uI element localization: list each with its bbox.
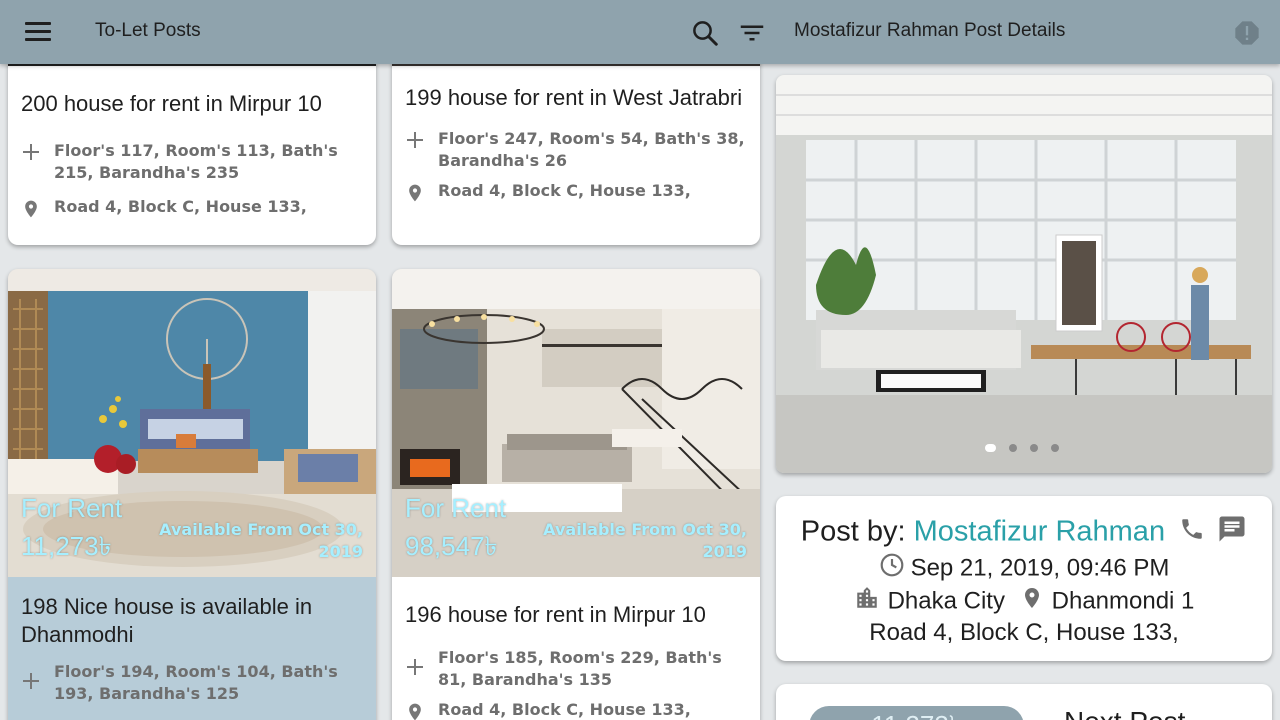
- menu-icon-bar: [25, 38, 51, 41]
- city-icon: [856, 587, 877, 608]
- search-icon: [693, 21, 718, 46]
- report-button[interactable]: [1233, 19, 1261, 47]
- area-name: Dhanmondi 1: [1051, 587, 1195, 615]
- rent-label: For Rent: [405, 493, 507, 523]
- post-card[interactable]: 199 house for rent in West Jatrabri Floo…: [392, 40, 760, 245]
- post-details: Floor's 117, Room's 113, Bath's 215, Bar…: [54, 141, 338, 182]
- filter-button[interactable]: [737, 18, 767, 48]
- post-datetime: Sep 21, 2019, 09:46 PM: [910, 554, 1170, 582]
- post-image: For Rent 11,273৳ Available From Oct 30, …: [8, 269, 376, 577]
- carousel-image: [776, 75, 1272, 473]
- carousel-dot[interactable]: [985, 444, 996, 452]
- plus-icon: [407, 659, 423, 675]
- detail-title: Mostafizur Rahman Post Details: [794, 20, 1066, 41]
- report-icon: [1235, 21, 1259, 45]
- message-icon: [1219, 516, 1245, 542]
- rent-label: For Rent: [21, 493, 123, 523]
- post-address: Road 4, Block C, House 133,: [54, 197, 307, 216]
- post-image: For Rent 98,547৳ Available From Oct 30, …: [392, 269, 760, 577]
- app-bar: To-Let Posts Mostafizur Rahman Post Deta…: [0, 0, 1280, 64]
- author-name[interactable]: Mostafizur Rahman: [914, 516, 1165, 548]
- available-from: Available From Oct 30, 2019: [159, 520, 363, 561]
- search-button[interactable]: [690, 18, 720, 48]
- clock-icon: [880, 553, 903, 577]
- plus-icon: [23, 144, 39, 160]
- phone-icon: [1182, 519, 1202, 539]
- post-card[interactable]: For Rent 11,273৳ Available From Oct 30, …: [8, 269, 376, 720]
- post-title: 200 house for rent in Mirpur 10: [21, 91, 322, 116]
- menu-button[interactable]: [20, 18, 56, 46]
- rent-price: 98,547৳: [405, 531, 498, 561]
- location-pin-icon: [409, 184, 421, 202]
- post-title: 196 house for rent in Mirpur 10: [405, 602, 706, 627]
- city-name: Dhaka City: [887, 587, 1005, 615]
- next-post-label: Next Post: [1064, 706, 1185, 720]
- location-pin-icon: [409, 703, 421, 720]
- price-chip: 11,273৳: [809, 706, 1024, 720]
- available-from: Available From Oct 30, 2019: [543, 520, 747, 561]
- plus-icon: [407, 132, 423, 148]
- post-by-label: Post by:: [800, 515, 906, 548]
- post-card[interactable]: For Rent 98,547৳ Available From Oct 30, …: [392, 269, 760, 720]
- location-line: Dhaka City Dhanmondi 1: [776, 585, 1272, 619]
- post-card[interactable]: 200 house for rent in Mirpur 10 Floor's …: [8, 40, 376, 245]
- post-address: Road 4, Block C, House 133,: [438, 700, 691, 719]
- next-post-card[interactable]: 11,273৳ Next Post: [776, 684, 1272, 720]
- menu-icon-bar: [25, 30, 51, 33]
- menu-icon: [25, 22, 51, 25]
- app-title: To-Let Posts: [95, 20, 201, 41]
- post-details: Floor's 194, Room's 104, Bath's 193, Bar…: [54, 662, 338, 703]
- post-title: 198 Nice house is available in Dhanmodhi: [21, 594, 313, 647]
- carousel-dot[interactable]: [1030, 444, 1038, 452]
- phone-button[interactable]: [1179, 516, 1205, 550]
- post-title: 199 house for rent in West Jatrabri: [405, 85, 743, 110]
- carousel-dot[interactable]: [1009, 444, 1017, 452]
- post-by-line: Post by: Mostafizur Rahman: [776, 514, 1272, 552]
- carousel-indicators: [985, 444, 1059, 452]
- message-button[interactable]: [1217, 514, 1247, 552]
- filter-icon: [740, 25, 764, 41]
- datetime-line: Sep 21, 2019, 09:46 PM: [776, 552, 1272, 586]
- location-pin-icon: [25, 200, 37, 218]
- rent-price: 11,273৳: [21, 531, 112, 561]
- detail-address: Road 4, Block C, House 133,: [869, 619, 1179, 646]
- plus-icon: [23, 673, 39, 689]
- post-address: Road 4, Block C, House 133,: [438, 181, 691, 200]
- post-info-card: Post by: Mostafizur Rahman Sep 21, 2019,…: [776, 496, 1272, 661]
- post-details: Floor's 247, Room's 54, Bath's 38, Baran…: [438, 129, 745, 170]
- post-details: Floor's 185, Room's 229, Bath's 81, Bara…: [438, 648, 722, 689]
- carousel-dot[interactable]: [1051, 444, 1059, 452]
- location-pin-icon: [1024, 588, 1039, 608]
- image-carousel[interactable]: [776, 75, 1272, 473]
